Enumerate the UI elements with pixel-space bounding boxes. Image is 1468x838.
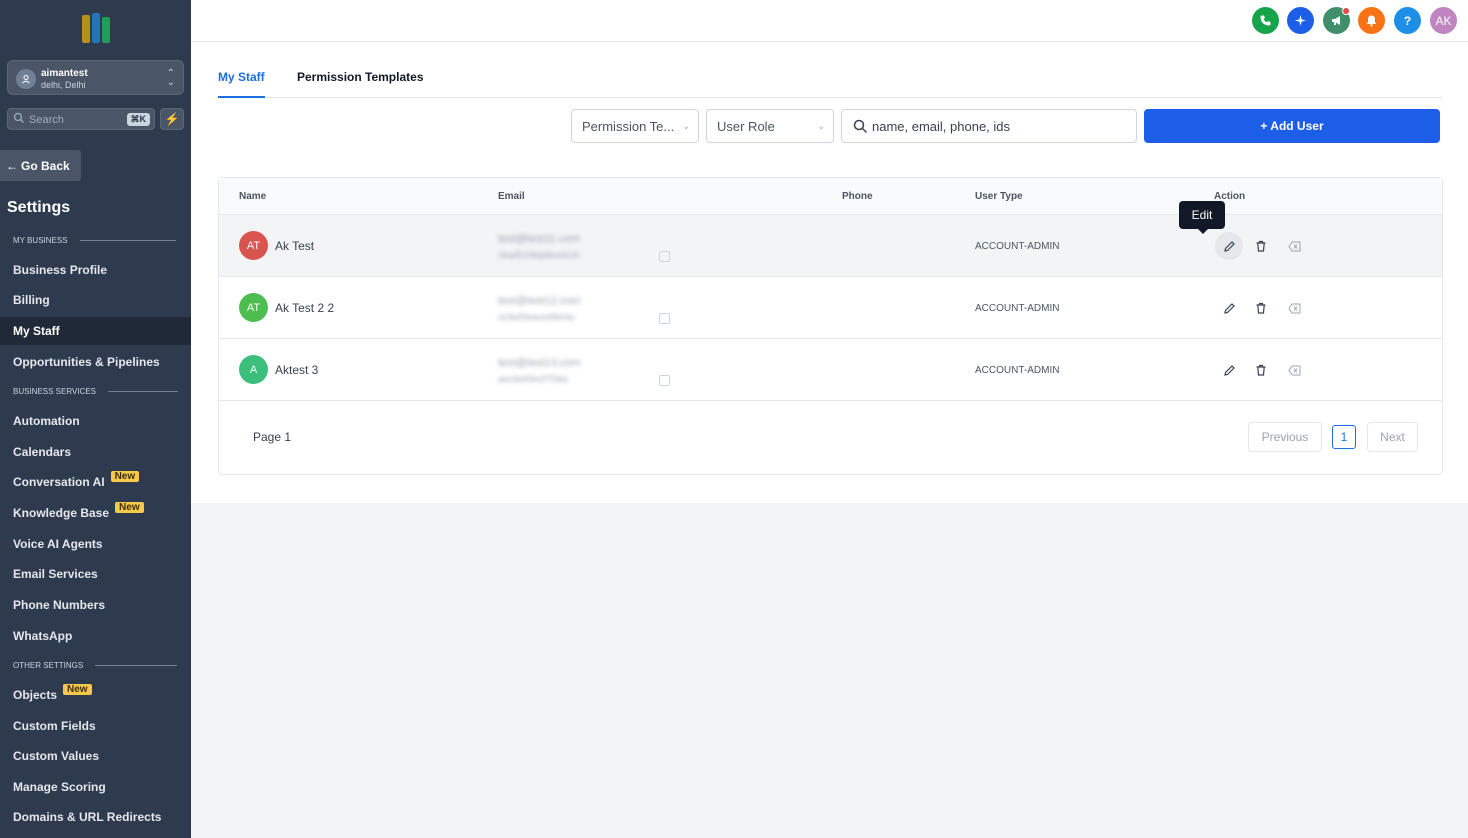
user-avatar: A (239, 355, 268, 384)
table-row[interactable]: AT Ak Test 2 2 test@test12.com nc9wf3eau… (219, 277, 1442, 339)
user-avatar: AT (239, 293, 268, 322)
table-header: Name Email Phone User Type Action (219, 178, 1442, 215)
user-avatar[interactable]: AK (1430, 7, 1457, 34)
edit-tooltip: Edit (1179, 201, 1225, 234)
column-phone: Phone (842, 191, 873, 202)
deactivate-icon[interactable] (1284, 298, 1304, 318)
chevron-down-icon: ⌄ (682, 121, 690, 131)
edit-icon[interactable] (1219, 360, 1239, 380)
quick-action-bolt-icon[interactable]: ⚡ (160, 108, 184, 130)
table-row[interactable]: A Aktest 3 test@test13.com asn3s40kvrf7f… (219, 339, 1442, 401)
search-placeholder: Search (29, 114, 64, 126)
tab-my-staff[interactable]: My Staff (218, 70, 265, 98)
sidebar-item-business-profile[interactable]: Business Profile (0, 256, 191, 284)
phone-icon[interactable] (1252, 7, 1279, 34)
new-badge: New (110, 470, 140, 482)
main-content: My Staff Permission Templates Permission… (191, 42, 1468, 503)
sidebar-item-whatsapp[interactable]: WhatsApp (0, 622, 191, 650)
go-back-label: Go Back (21, 158, 70, 173)
user-search-input[interactable] (872, 116, 1122, 136)
search-icon (853, 119, 868, 134)
account-avatar-icon (16, 69, 36, 89)
sidebar-item-billing[interactable]: Billing (0, 286, 191, 314)
notification-dot (1342, 7, 1350, 15)
top-bar: ? AK (191, 0, 1468, 42)
next-page-button[interactable]: Next (1367, 422, 1418, 452)
sidebar-item-manage-scoring[interactable]: Manage Scoring (0, 773, 191, 801)
new-badge: New (115, 501, 144, 513)
chevron-updown-icon: ⌃ ⌄ (166, 68, 175, 88)
sidebar-item-automation[interactable]: Automation (0, 407, 191, 435)
deactivate-icon[interactable] (1284, 236, 1304, 256)
search-shortcut: ⌘K (126, 113, 150, 126)
trash-icon[interactable] (1251, 360, 1271, 380)
search-icon (13, 112, 24, 123)
edit-icon[interactable] (1215, 232, 1243, 260)
app-logo-icon (82, 13, 110, 43)
section-my-business: MY BUSINESS (13, 236, 176, 245)
column-user-type: User Type (975, 191, 1023, 202)
sidebar-item-email-services[interactable]: Email Services (0, 560, 191, 588)
tabs: My Staff Permission Templates (218, 64, 1443, 98)
sidebar-item-custom-fields[interactable]: Custom Fields (0, 712, 191, 740)
sidebar-item-domains-url-redirects[interactable]: Domains & URL Redirects (0, 803, 191, 831)
sidebar-item-calendars[interactable]: Calendars (0, 438, 191, 466)
sparkle-icon[interactable] (1287, 7, 1314, 34)
user-type: ACCOUNT-ADMIN (975, 365, 1060, 376)
account-switcher[interactable]: aimantest delhi, Delhi ⌃ ⌄ (7, 60, 184, 95)
page-indicator: Page 1 (253, 430, 292, 444)
chevron-down-icon: ⌄ (817, 121, 825, 131)
permission-template-select[interactable]: Permission Te... ⌄ (571, 109, 699, 143)
user-name: Ak Test 2 2 (275, 301, 335, 315)
edit-icon[interactable] (1219, 298, 1239, 318)
page-number-current[interactable]: 1 (1332, 425, 1356, 449)
sidebar-item-conversation-ai[interactable]: Conversation AI New (0, 468, 191, 496)
add-user-button[interactable]: + Add User (1144, 109, 1440, 143)
go-back-button[interactable]: ← Go Back (0, 150, 81, 181)
user-role-select[interactable]: User Role ⌄ (706, 109, 834, 143)
user-name: Ak Test (275, 239, 315, 253)
tab-permission-templates[interactable]: Permission Templates (297, 70, 424, 98)
previous-page-button[interactable]: Previous (1248, 422, 1322, 452)
sidebar-item-phone-numbers[interactable]: Phone Numbers (0, 591, 191, 619)
trash-icon[interactable] (1251, 298, 1271, 318)
sidebar-search[interactable]: Search ⌘K (7, 108, 155, 130)
trash-icon[interactable] (1251, 236, 1271, 256)
column-email: Email (498, 191, 525, 202)
user-type: ACCOUNT-ADMIN (975, 241, 1060, 252)
user-email-blurred: test@test11.com nbq4510ttq0buxt1zh (498, 233, 580, 260)
sidebar-item-voice-ai-agents[interactable]: Voice AI Agents (0, 530, 191, 558)
arrow-left-icon: ← (6, 158, 18, 173)
deactivate-icon[interactable] (1284, 360, 1304, 380)
account-name: aimantest (41, 68, 88, 79)
megaphone-icon[interactable] (1323, 7, 1350, 34)
copy-icon[interactable] (659, 251, 670, 262)
sidebar-item-my-staff[interactable]: My Staff (0, 317, 191, 345)
user-name: Aktest 3 (275, 363, 319, 377)
sidebar-item-opportunities-pipelines[interactable]: Opportunities & Pipelines (0, 348, 191, 376)
copy-icon[interactable] (659, 313, 670, 324)
sidebar-item-custom-values[interactable]: Custom Values (0, 742, 191, 770)
column-name: Name (239, 191, 267, 202)
sidebar: aimantest delhi, Delhi ⌃ ⌄ Search ⌘K ⚡ ← … (0, 0, 191, 838)
settings-title: Settings (7, 199, 71, 216)
copy-icon[interactable] (659, 375, 670, 386)
help-icon[interactable]: ? (1394, 7, 1421, 34)
sidebar-item-knowledge-base[interactable]: Knowledge Base New (0, 499, 191, 527)
sidebar-item-objects[interactable]: Objects New (0, 681, 191, 709)
user-email-blurred: test@test13.com asn3s40kvrf7f3ez (498, 357, 581, 384)
section-other-settings: OTHER SETTINGS (13, 661, 178, 670)
account-location: delhi, Delhi (41, 80, 86, 90)
bell-icon[interactable] (1358, 7, 1385, 34)
user-search (841, 109, 1137, 143)
user-email-blurred: test@test12.com nc9wf3eauvs5kmiu (498, 295, 581, 322)
table-row[interactable]: AT Ak Test test@test11.com nbq4510ttq0bu… (219, 215, 1442, 277)
section-business-services: BUSINESS SERVICES (13, 387, 178, 396)
user-type: ACCOUNT-ADMIN (975, 303, 1060, 314)
user-avatar: AT (239, 231, 268, 260)
new-badge: New (63, 683, 92, 695)
staff-table: Name Email Phone User Type Action AT Ak … (218, 177, 1443, 475)
